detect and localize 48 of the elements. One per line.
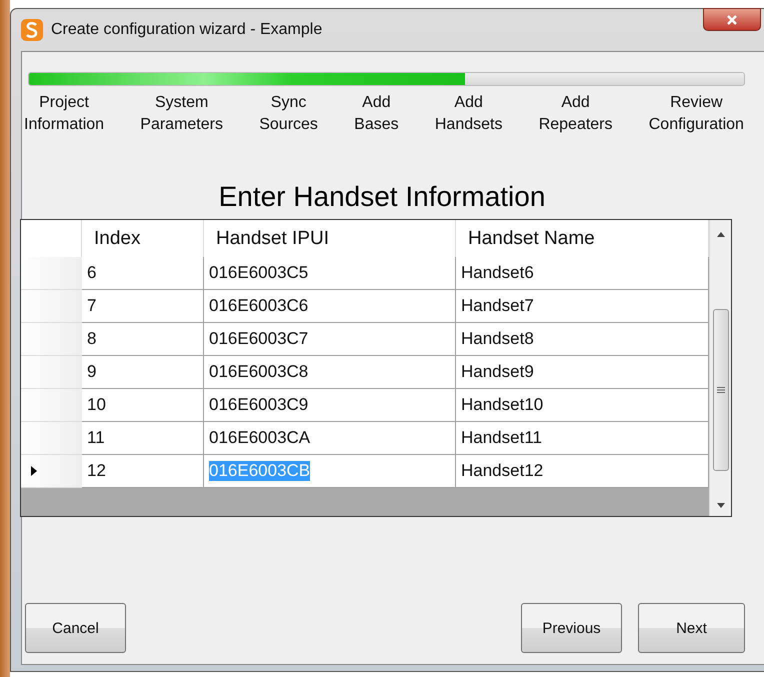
row-header[interactable] (21, 389, 82, 422)
previous-button[interactable]: Previous (521, 603, 622, 653)
step-label: Project Information (24, 93, 104, 135)
current-row-icon (31, 466, 37, 476)
step-label: Add Repeaters (538, 93, 613, 135)
next-button[interactable]: Next (638, 603, 745, 653)
step-label: System Parameters (140, 93, 223, 135)
table-cell: 016E6003C5 (204, 257, 456, 290)
table-cell: 6 (82, 257, 204, 290)
row-header[interactable] (21, 455, 82, 488)
table-cell: 11 (82, 422, 204, 455)
step-label: Sync Sources (259, 93, 318, 135)
scroll-down-icon[interactable] (716, 503, 724, 508)
table-cell: 9 (82, 356, 204, 389)
page-heading: Enter Handset Information (218, 181, 546, 213)
table-cell: 8 (82, 323, 204, 356)
table-cell: Handset8 (456, 323, 709, 356)
row-header[interactable] (21, 257, 82, 290)
table-cell: 016E6003CA (204, 422, 456, 455)
table-cell: Handset6 (456, 257, 709, 290)
grip-icon (716, 387, 724, 393)
table-cell: Handset9 (456, 356, 709, 389)
step-label: Add Bases (354, 93, 399, 135)
row-header[interactable] (21, 290, 82, 323)
table-cell: 016E6003C8 (204, 356, 456, 389)
table-cell: 10 (82, 389, 204, 422)
step-label: Review Configuration (648, 93, 744, 135)
table-cell: 016E6003CB (204, 455, 456, 488)
close-button[interactable] (703, 8, 761, 31)
table-cell: 7 (82, 290, 204, 323)
app-logo-icon (21, 19, 43, 41)
window-title: Create configuration wizard - Example (51, 21, 322, 39)
step-label: Add Handsets (434, 93, 502, 135)
table-cell: Handset7 (456, 290, 709, 323)
table-cell: Handset11 (456, 422, 709, 455)
cancel-button[interactable]: Cancel (25, 603, 126, 653)
row-header[interactable] (21, 356, 82, 389)
scroll-up-icon[interactable] (716, 232, 724, 237)
row-header[interactable] (21, 323, 82, 356)
table-cell: Handset12 (456, 455, 709, 488)
table-cell: 016E6003C7 (204, 323, 456, 356)
table-cell: 016E6003C9 (204, 389, 456, 422)
row-header[interactable] (21, 422, 82, 455)
close-icon (726, 14, 738, 26)
table-cell: 12 (82, 455, 204, 488)
table-cell: 016E6003C6 (204, 290, 456, 323)
table-cell: Handset10 (456, 389, 709, 422)
scrollbar[interactable] (709, 220, 731, 516)
